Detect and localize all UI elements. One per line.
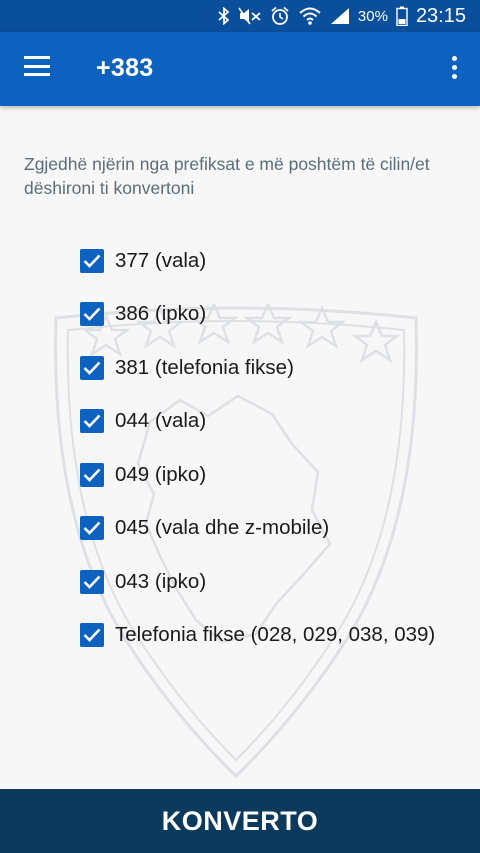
convert-button[interactable]: KONVERTO (0, 789, 480, 853)
menu-icon[interactable] (24, 56, 50, 76)
check-icon[interactable] (80, 623, 104, 648)
option-label: Telefonia fikse (028, 029, 038, 039) (115, 623, 436, 647)
check-icon[interactable] (80, 569, 104, 594)
alarm-icon (270, 6, 290, 26)
option-045-vala-dhe-z-mobile[interactable]: 045 (vala dhe z-mobile) (80, 502, 435, 556)
option-044-vala[interactable]: 044 (vala) (80, 395, 435, 449)
check-icon[interactable] (80, 248, 104, 273)
wifi-icon (298, 6, 322, 26)
app-title: +383 (96, 54, 154, 82)
option-label: 043 (ipko) (115, 569, 207, 593)
mute-icon (238, 7, 262, 25)
option-043-ipko[interactable]: 043 (ipko) (80, 555, 435, 609)
app-bar: +383 (0, 32, 480, 106)
option-label: 381 (telefonia fikse) (115, 355, 294, 379)
prefix-options-list: 377 (vala) 386 (ipko) 381 (telefonia fik… (80, 234, 435, 662)
option-label: 045 (vala dhe z-mobile) (115, 516, 330, 540)
option-label: 044 (vala) (115, 409, 207, 433)
battery-icon (396, 6, 408, 26)
option-377-vala[interactable]: 377 (vala) (80, 234, 435, 288)
clock: 23:15 (415, 4, 466, 27)
option-386-ipko[interactable]: 386 (ipko) (80, 288, 435, 342)
check-icon[interactable] (80, 302, 104, 327)
option-label: 049 (ipko) (115, 462, 207, 486)
check-icon[interactable] (80, 516, 104, 541)
overflow-icon[interactable] (450, 56, 458, 82)
option-049-ipko[interactable]: 049 (ipko) (80, 448, 435, 502)
option-381-telefonia-fikse[interactable]: 381 (telefonia fikse) (80, 341, 435, 395)
check-icon[interactable] (80, 462, 104, 487)
instruction-text: Zgjedhë njërin nga prefiksat e më poshtë… (24, 154, 430, 198)
status-bar: 30% 23:15 (0, 0, 480, 32)
check-icon[interactable] (80, 355, 104, 380)
bluetooth-icon (218, 7, 230, 25)
battery-percent: 30% (357, 7, 388, 25)
check-icon[interactable] (80, 409, 104, 434)
option-label: 377 (vala) (115, 248, 207, 272)
option-telefonia-fikse[interactable]: Telefonia fikse (028, 029, 038, 039) (80, 609, 435, 663)
signal-icon (330, 7, 350, 25)
option-label: 386 (ipko) (115, 302, 207, 326)
main-content: Zgjedhë njërin nga prefiksat e më poshtë… (0, 106, 480, 790)
